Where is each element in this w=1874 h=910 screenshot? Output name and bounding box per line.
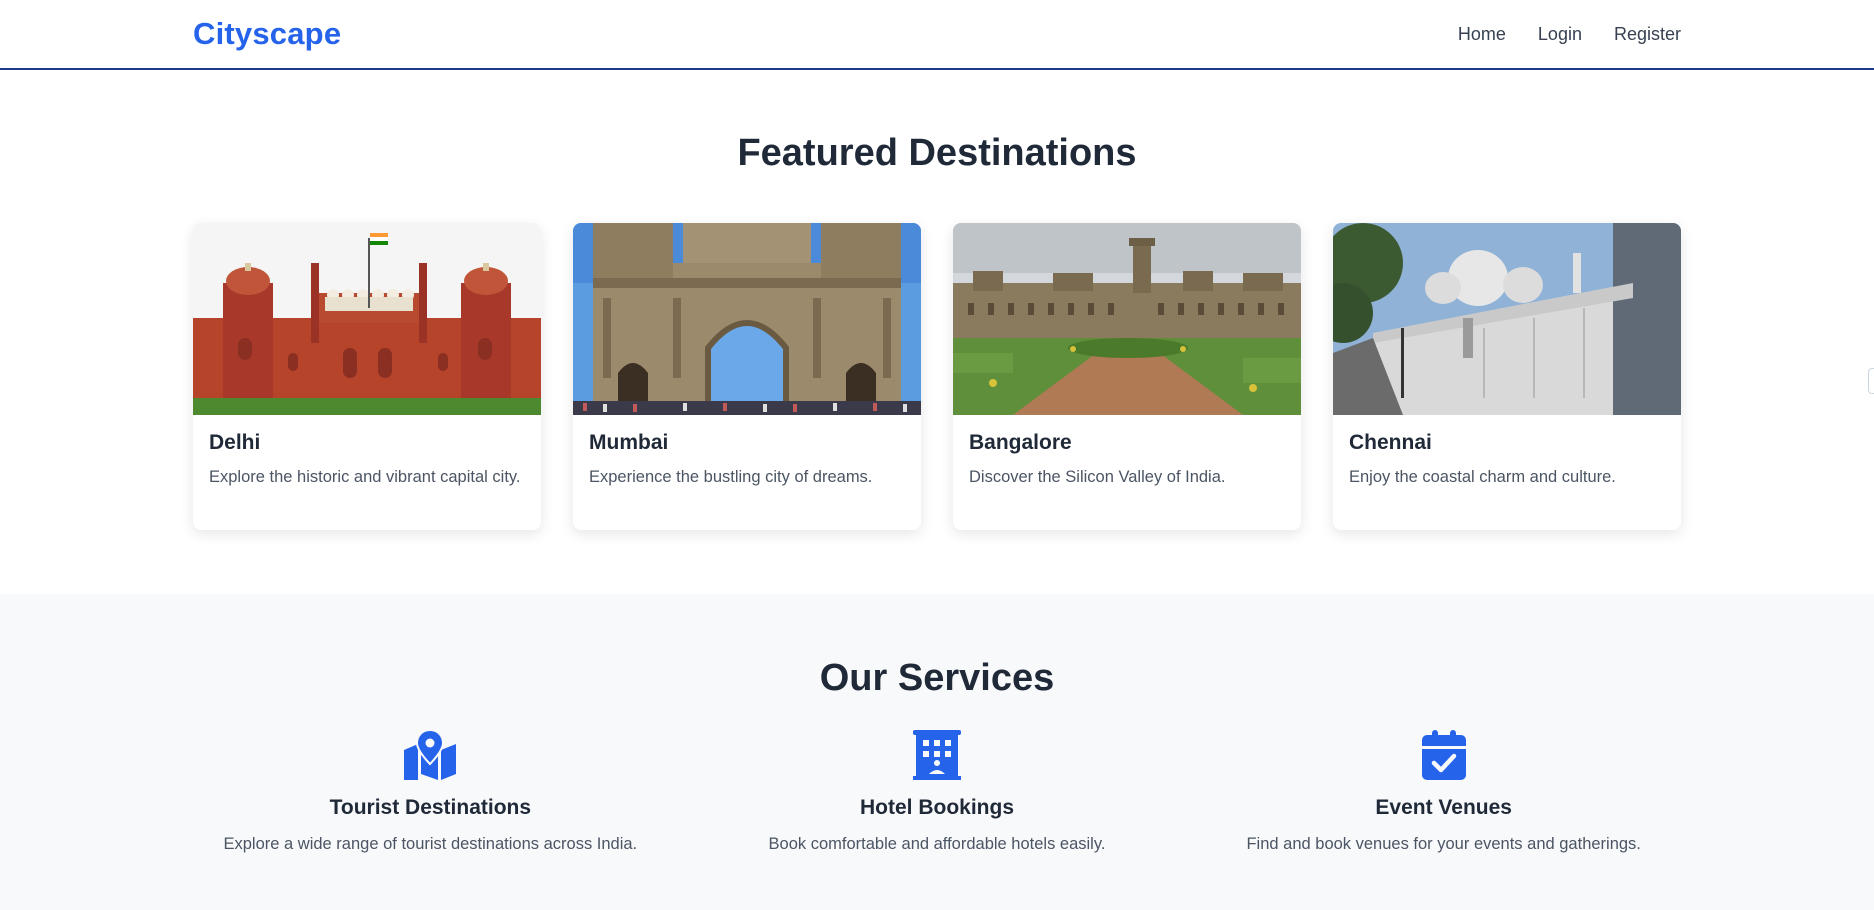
service-grid: Tourist Destinations Explore a wide rang… [193, 724, 1681, 856]
card-title: Delhi [209, 431, 261, 454]
featured-destinations-section: Featured Destinations Delhi Explore the … [0, 70, 1874, 594]
navbar: Cityscape Home Login Register [0, 0, 1874, 70]
card-title: Mumbai [589, 431, 669, 454]
card-title: Chennai [1349, 431, 1432, 454]
card-body: Bangalore Discover the Silicon Valley of… [953, 415, 1301, 505]
card-body: Mumbai Experience the bustling city of d… [573, 415, 921, 505]
card-body: Chennai Enjoy the coastal charm and cult… [1333, 415, 1681, 505]
card-title: Bangalore [969, 431, 1072, 454]
service-event-venues: Event Venues Find and book venues for yo… [1206, 724, 1681, 856]
destination-card-delhi[interactable]: Delhi Explore the historic and vibrant c… [193, 223, 541, 530]
white-mosque-image [1333, 223, 1681, 415]
gateway-of-india-image [573, 223, 921, 415]
hotel-icon [700, 724, 1175, 780]
service-tourist-destinations: Tourist Destinations Explore a wide rang… [193, 724, 668, 856]
service-title: Event Venues [1375, 796, 1512, 819]
destination-card-bangalore[interactable]: Bangalore Discover the Silicon Valley of… [953, 223, 1301, 530]
service-hotel-bookings: Hotel Bookings Book comfortable and affo… [700, 724, 1175, 856]
service-description: Find and book venues for your events and… [1246, 835, 1641, 853]
side-edge-tab[interactable] [1868, 368, 1874, 394]
service-description: Explore a wide range of tourist destinat… [223, 835, 638, 853]
calendar-check-icon [1206, 724, 1681, 780]
nav-link-register[interactable]: Register [1614, 24, 1681, 45]
service-title: Hotel Bookings [860, 796, 1015, 819]
nav-link-home[interactable]: Home [1458, 24, 1506, 45]
service-description: Book comfortable and affordable hotels e… [768, 835, 1106, 853]
service-title: Tourist Destinations [329, 796, 532, 819]
card-description: Discover the Silicon Valley of India. [969, 468, 1226, 486]
destination-cards: Delhi Explore the historic and vibrant c… [193, 223, 1681, 530]
card-description: Enjoy the coastal charm and culture. [1349, 468, 1616, 486]
card-body: Delhi Explore the historic and vibrant c… [193, 415, 541, 505]
destination-card-chennai[interactable]: Chennai Enjoy the coastal charm and cult… [1333, 223, 1681, 530]
destination-card-mumbai[interactable]: Mumbai Experience the bustling city of d… [573, 223, 921, 530]
nav-link-login[interactable]: Login [1538, 24, 1582, 45]
red-fort-image [193, 223, 541, 415]
bangalore-palace-image [953, 223, 1301, 415]
map-location-icon [193, 724, 668, 780]
services-title: Our Services [819, 657, 1055, 699]
nav-links: Home Login Register [1458, 24, 1681, 45]
brand-logo[interactable]: Cityscape [193, 16, 341, 52]
card-description: Explore the historic and vibrant capital… [209, 468, 521, 486]
our-services-section: Our Services Tourist Destinations Explor… [0, 594, 1874, 910]
navbar-inner: Cityscape Home Login Register [193, 0, 1681, 68]
card-description: Experience the bustling city of dreams. [589, 468, 873, 486]
featured-title: Featured Destinations [737, 132, 1137, 174]
